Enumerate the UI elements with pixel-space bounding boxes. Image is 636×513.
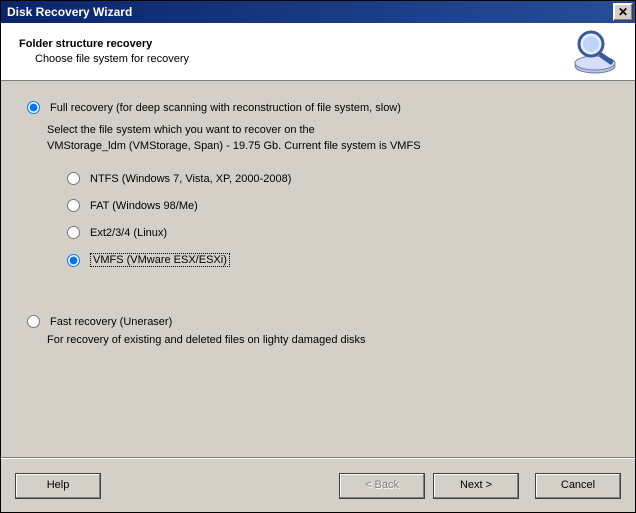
fast-recovery-input[interactable] [27,315,40,328]
full-recovery-description: Select the file system which you want to… [47,122,615,154]
body-pane: Full recovery (for deep scanning with re… [1,81,635,458]
footer: Help < Back Next > Cancel [1,458,635,512]
desc-line-2: VMStorage_ldm (VMStorage, Span) - 19.75 … [47,138,615,154]
header-text: Folder structure recovery Choose file sy… [19,38,189,65]
window-title: Disk Recovery Wizard [7,5,132,19]
fs-radio-ext[interactable] [67,226,80,239]
full-recovery-input[interactable] [27,101,40,114]
filesystem-options: NTFS (Windows 7, Vista, XP, 2000-2008) F… [67,172,615,267]
page-subtitle: Choose file system for recovery [19,53,189,65]
fs-label-vmfs: VMFS (VMware ESX/ESXi) [90,253,230,267]
full-recovery-radio[interactable]: Full recovery (for deep scanning with re… [27,101,615,114]
fs-label-fat: FAT (Windows 98/Me) [90,200,198,212]
fs-option-fat[interactable]: FAT (Windows 98/Me) [67,199,615,212]
next-button[interactable]: Next > [433,473,519,499]
back-button: < Back [339,473,425,499]
cancel-button[interactable]: Cancel [535,473,621,499]
desc-line-1: Select the file system which you want to… [47,122,615,138]
wizard-window: Disk Recovery Wizard ✕ Folder structure … [0,0,636,513]
fs-radio-ntfs[interactable] [67,172,80,185]
close-button[interactable]: ✕ [613,3,633,21]
fs-option-vmfs[interactable]: VMFS (VMware ESX/ESXi) [67,253,615,267]
fs-radio-fat[interactable] [67,199,80,212]
full-recovery-label: Full recovery (for deep scanning with re… [50,102,401,114]
fs-label-ext: Ext2/3/4 (Linux) [90,227,167,239]
titlebar: Disk Recovery Wizard ✕ [1,1,635,23]
header-pane: Folder structure recovery Choose file sy… [1,23,635,81]
fs-label-ntfs: NTFS (Windows 7, Vista, XP, 2000-2008) [90,173,291,185]
close-icon: ✕ [618,6,628,18]
page-title: Folder structure recovery [19,38,189,50]
fast-recovery-radio[interactable]: Fast recovery (Uneraser) [27,315,615,328]
fs-option-ext[interactable]: Ext2/3/4 (Linux) [67,226,615,239]
fast-recovery-label: Fast recovery (Uneraser) [50,316,172,328]
fs-radio-vmfs[interactable] [67,254,80,267]
help-button[interactable]: Help [15,473,101,499]
fast-recovery-description: For recovery of existing and deleted fil… [47,332,615,348]
fs-option-ntfs[interactable]: NTFS (Windows 7, Vista, XP, 2000-2008) [67,172,615,185]
fast-recovery-section: Fast recovery (Uneraser) For recovery of… [27,315,615,348]
magnifier-disk-icon [569,28,621,76]
